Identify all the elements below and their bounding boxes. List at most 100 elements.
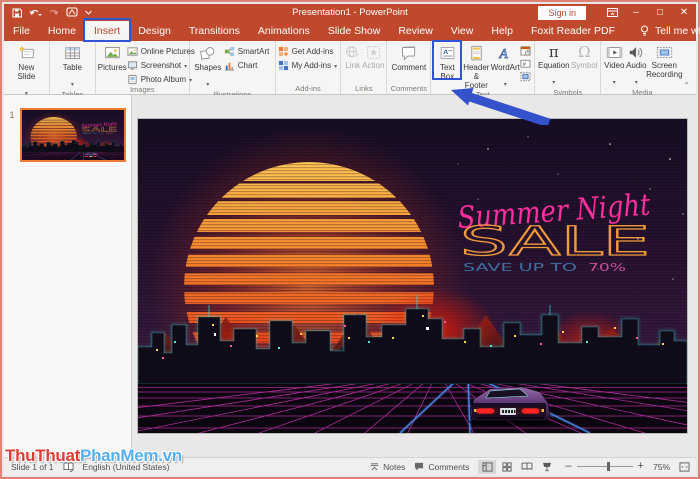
slide-thumbnail-panel: 1: [4, 95, 132, 458]
date-time-icon[interactable]: [520, 45, 531, 56]
slide-number-icon[interactable]: #: [520, 58, 531, 69]
ribbon-display-options-icon[interactable]: [600, 4, 624, 21]
slide-thumbnail[interactable]: [20, 108, 126, 162]
link-button[interactable]: Link: [343, 42, 362, 71]
pictures-icon: [105, 47, 120, 59]
chart-button[interactable]: Chart: [224, 58, 270, 72]
fit-slide-icon[interactable]: [679, 461, 690, 472]
slide-editor[interactable]: [138, 119, 687, 433]
header-footer-label: Header & Footer: [463, 63, 490, 90]
tab-foxit[interactable]: Foxit Reader PDF: [522, 21, 624, 41]
group-addins: Get Add-ins My Add-ins Add-ins: [276, 41, 342, 94]
sign-in-button[interactable]: Sign in: [538, 5, 586, 20]
symbol-button[interactable]: Ω Symbol: [570, 42, 598, 71]
chevron-down-icon: [613, 71, 616, 89]
get-addins-icon: [278, 46, 288, 56]
my-addins-button[interactable]: My Add-ins: [278, 58, 338, 72]
comments-toggle[interactable]: Comments: [414, 462, 469, 472]
notes-toggle[interactable]: Notes: [370, 462, 405, 472]
screenshot-button[interactable]: Screenshot: [127, 58, 195, 72]
photo-album-button[interactable]: Photo Album: [127, 72, 195, 86]
table-button[interactable]: Table: [56, 42, 89, 91]
svg-text:A: A: [443, 49, 448, 56]
screen-recording-button[interactable]: Screen Recording: [646, 42, 683, 80]
minimize-button[interactable]: –: [624, 4, 648, 21]
audio-button[interactable]: Audio: [625, 42, 647, 89]
group-label-links: Links: [355, 83, 373, 93]
tab-insert[interactable]: Insert: [82, 18, 132, 42]
workspace: 1: [4, 95, 696, 458]
new-slide-label: New Slide: [17, 63, 36, 81]
undo-icon[interactable]: [29, 8, 42, 18]
tab-help[interactable]: Help: [482, 21, 522, 41]
notes-icon: [371, 463, 379, 471]
zoom-handle[interactable]: [607, 462, 611, 471]
pictures-label: Pictures: [97, 63, 127, 72]
equation-button[interactable]: π Equation: [537, 42, 570, 89]
zoom-level[interactable]: 75%: [653, 462, 670, 472]
group-label-comments: Comments: [390, 83, 427, 93]
comment-button[interactable]: Comment: [390, 42, 428, 73]
equation-icon: π: [548, 43, 559, 61]
tab-design[interactable]: Design: [129, 21, 180, 41]
text-box-icon: A: [440, 47, 455, 60]
foxit-stamp-icon[interactable]: [66, 7, 78, 18]
zoom-out-button[interactable]: –: [565, 461, 571, 472]
tab-animations[interactable]: Animations: [249, 21, 319, 41]
header-footer-icon: [471, 45, 482, 61]
table-label: Table: [62, 63, 82, 72]
pictures-button[interactable]: Pictures: [98, 42, 127, 73]
chart-label: Chart: [237, 60, 258, 70]
notes-label: Notes: [383, 461, 406, 472]
text-box-label: Text Box: [439, 63, 455, 81]
smartart-button[interactable]: SmartArt: [224, 44, 269, 58]
tab-transitions[interactable]: Transitions: [180, 21, 249, 41]
group-text: A Text Box Header & Footer A WordArt #: [431, 40, 536, 98]
wordart-icon: A: [498, 45, 509, 61]
slide-sorter-view-button[interactable]: [498, 460, 516, 474]
header-footer-button[interactable]: Header & Footer: [461, 42, 491, 91]
video-button[interactable]: Video: [603, 42, 625, 89]
symbol-icon: Ω: [578, 43, 591, 61]
zoom-in-button[interactable]: +: [638, 461, 644, 472]
collapse-ribbon-icon[interactable]: ⌃: [683, 41, 696, 94]
tab-home[interactable]: Home: [39, 21, 85, 41]
action-button[interactable]: Action: [362, 42, 384, 71]
save-icon[interactable]: [12, 8, 22, 18]
new-slide-button[interactable]: New Slide: [10, 42, 43, 100]
tab-file[interactable]: File: [4, 21, 39, 41]
tell-me-box[interactable]: Tell me what you want to do: [640, 21, 700, 41]
object-icon[interactable]: [520, 71, 531, 82]
video-icon: [606, 46, 622, 59]
equation-label: Equation: [538, 61, 570, 70]
tab-view[interactable]: View: [442, 21, 483, 41]
wordart-button[interactable]: A WordArt: [491, 42, 520, 91]
get-addins-button[interactable]: Get Add-ins: [278, 44, 338, 58]
symbol-label: Symbol: [570, 61, 598, 70]
screenshot-icon: [127, 60, 137, 70]
chevron-down-icon: [334, 61, 337, 70]
zoom-track[interactable]: [576, 462, 633, 471]
normal-view-button[interactable]: [478, 459, 497, 474]
online-pictures-button[interactable]: Online Pictures: [127, 44, 195, 58]
slide-canvas: [132, 95, 696, 458]
shapes-button[interactable]: Shapes: [192, 42, 224, 91]
comments-label: Comments: [428, 461, 470, 472]
close-button[interactable]: ✕: [672, 4, 696, 21]
screenshot-label: Screenshot: [140, 60, 182, 70]
action-icon: [367, 46, 380, 59]
group-slides: New Slide Slides: [4, 41, 50, 107]
text-box-button[interactable]: A Text Box: [432, 40, 463, 82]
screen-recording-icon: [656, 46, 672, 59]
table-icon: [65, 47, 80, 60]
tab-slide-show[interactable]: Slide Show: [319, 21, 390, 41]
qat-customize-icon[interactable]: [85, 10, 92, 15]
reading-view-button[interactable]: [518, 460, 536, 474]
slideshow-view-button[interactable]: [538, 460, 556, 474]
group-media: Video Audio Screen Recording Media: [601, 41, 683, 96]
my-addins-label: My Add-ins: [291, 60, 332, 70]
redo-icon: [49, 9, 59, 15]
tab-review[interactable]: Review: [389, 21, 441, 41]
ribbon-tabs: File Home Insert Design Transitions Anim…: [4, 18, 700, 42]
maximize-button[interactable]: □: [648, 4, 672, 21]
